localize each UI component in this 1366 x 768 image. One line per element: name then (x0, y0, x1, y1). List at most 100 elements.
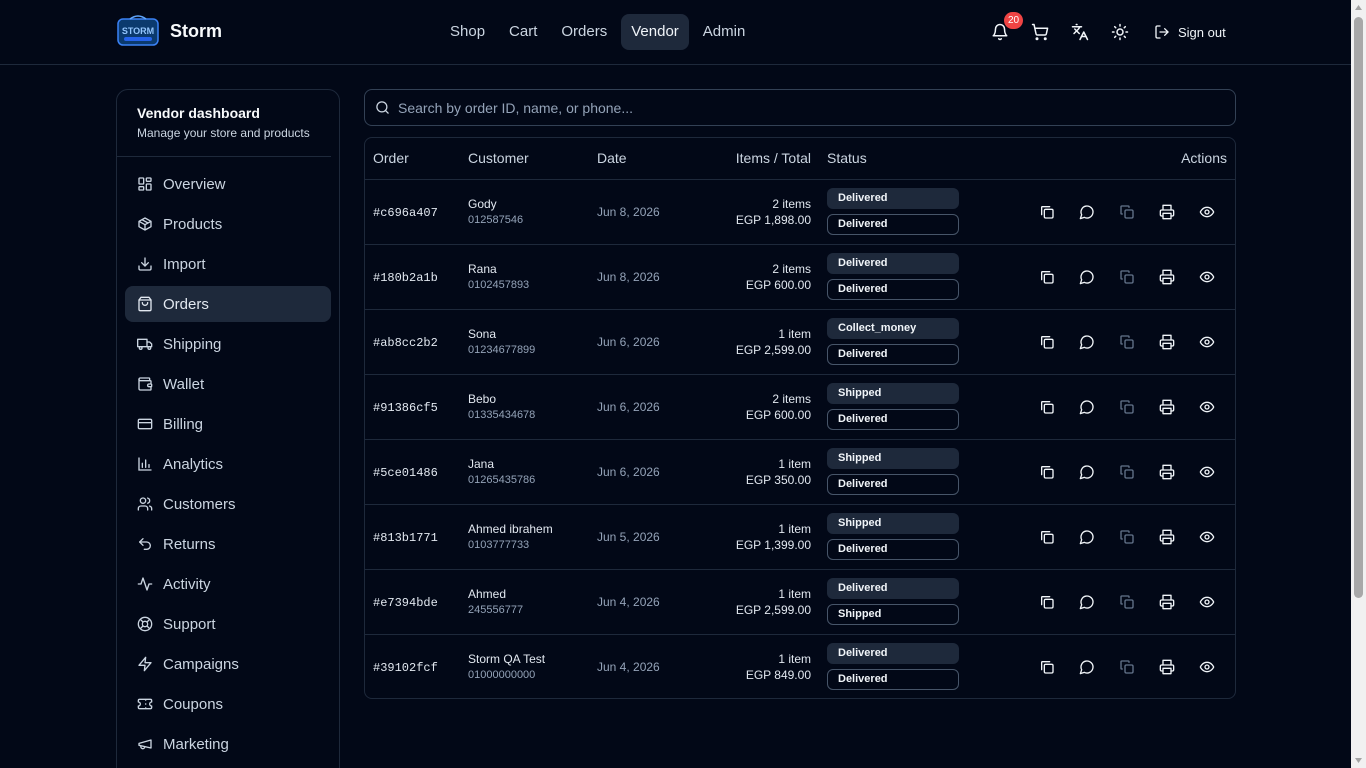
sidebar-item-marketing[interactable]: Marketing (125, 726, 331, 762)
print-invoice-button[interactable] (1147, 392, 1187, 422)
table-row[interactable]: #5ce01486 Jana 01265435786 Jun 6, 2026 1 ite… (365, 439, 1235, 505)
print-invoice-button[interactable] (1147, 197, 1187, 227)
print-invoice-button[interactable] (1147, 457, 1187, 487)
order-status-select[interactable]: Delivered (827, 578, 959, 599)
shipping-status-select[interactable]: Shipped (827, 604, 959, 625)
sidebar-item-overview[interactable]: Overview (125, 166, 331, 202)
order-status-select[interactable]: Shipped (827, 383, 959, 404)
sidebar-item-returns[interactable]: Returns (125, 526, 331, 562)
order-id[interactable]: #39102fcf (373, 661, 438, 675)
shipping-status-select[interactable]: Delivered (827, 474, 959, 495)
duplicate-order-button[interactable] (1107, 327, 1147, 357)
table-row[interactable]: #39102fcf Storm QA Test 01000000000 Jun 4, … (365, 634, 1235, 698)
order-id[interactable]: #ab8cc2b2 (373, 336, 438, 350)
table-row[interactable]: #c696a407 Gody 012587546 Jun 8, 2026 2 items… (365, 179, 1235, 245)
shipping-status-select[interactable]: Delivered (827, 539, 959, 560)
view-order-button[interactable] (1187, 197, 1227, 227)
sidebar-item-customers[interactable]: Customers (125, 486, 331, 522)
sidebar-item-analytics[interactable]: Analytics (125, 446, 331, 482)
sidebar-item-products[interactable]: Products (125, 206, 331, 242)
whatsapp-chat-button[interactable] (1067, 587, 1107, 617)
notifications-button[interactable]: 20 (980, 12, 1024, 52)
print-invoice-button[interactable] (1147, 652, 1187, 682)
copy-id-button[interactable] (1027, 327, 1067, 357)
order-id[interactable]: #813b1771 (373, 531, 438, 545)
search-input[interactable] (398, 99, 1218, 116)
duplicate-order-button[interactable] (1107, 262, 1147, 292)
copy-id-button[interactable] (1027, 522, 1067, 552)
order-status-select[interactable]: Delivered (827, 253, 959, 274)
whatsapp-chat-button[interactable] (1067, 392, 1107, 422)
language-button[interactable] (1060, 12, 1100, 52)
view-order-button[interactable] (1187, 522, 1227, 552)
duplicate-order-button[interactable] (1107, 457, 1147, 487)
header-date[interactable]: Date (597, 138, 707, 180)
view-order-button[interactable] (1187, 587, 1227, 617)
order-id[interactable]: #c696a407 (373, 206, 438, 220)
sidebar-item-support[interactable]: Support (125, 606, 331, 642)
copy-id-button[interactable] (1027, 197, 1067, 227)
shipping-status-select[interactable]: Delivered (827, 409, 959, 430)
nav-orders[interactable]: Orders (551, 14, 617, 50)
header-customer[interactable]: Customer (468, 138, 597, 180)
sidebar-item-activity[interactable]: Activity (125, 566, 331, 602)
order-status-select[interactable]: Delivered (827, 643, 959, 665)
nav-shop[interactable]: Shop (440, 14, 495, 50)
duplicate-order-button[interactable] (1107, 392, 1147, 422)
view-order-button[interactable] (1187, 327, 1227, 357)
view-order-button[interactable] (1187, 262, 1227, 292)
brand[interactable]: STORM Storm (116, 14, 222, 48)
sidebar-item-coupons[interactable]: Coupons (125, 686, 331, 722)
print-invoice-button[interactable] (1147, 262, 1187, 292)
nav-vendor[interactable]: Vendor (621, 14, 689, 50)
table-row[interactable]: #91386cf5 Bebo 01335434678 Jun 6, 2026 2 ite… (365, 374, 1235, 440)
sidebar-item-wallet[interactable]: Wallet (125, 366, 331, 402)
view-order-button[interactable] (1187, 652, 1227, 682)
table-row[interactable]: #180b2a1b Rana 0102457893 Jun 8, 2026 2 item… (365, 244, 1235, 310)
sidebar-item-billing[interactable]: Billing (125, 406, 331, 442)
scroll-thumb[interactable] (1354, 17, 1363, 598)
whatsapp-chat-button[interactable] (1067, 457, 1107, 487)
order-id[interactable]: #5ce01486 (373, 466, 438, 480)
view-order-button[interactable] (1187, 392, 1227, 422)
whatsapp-chat-button[interactable] (1067, 652, 1107, 682)
order-status-select[interactable]: Collect_money (827, 318, 959, 339)
copy-id-button[interactable] (1027, 652, 1067, 682)
shipping-status-select[interactable]: Delivered (827, 214, 959, 235)
order-id[interactable]: #180b2a1b (373, 271, 438, 285)
header-order[interactable]: Order (365, 138, 468, 180)
order-search-bar[interactable] (364, 89, 1236, 126)
page-scrollbar[interactable] (1351, 0, 1366, 768)
table-row[interactable]: #e7394bde Ahmed 245556777 Jun 4, 2026 1 item… (365, 569, 1235, 635)
order-status-select[interactable]: Delivered (827, 188, 959, 209)
duplicate-order-button[interactable] (1107, 587, 1147, 617)
sidebar-item-orders[interactable]: Orders (125, 286, 331, 322)
order-status-select[interactable]: Shipped (827, 448, 959, 469)
print-invoice-button[interactable] (1147, 327, 1187, 357)
sidebar-item-import[interactable]: Import (125, 246, 331, 282)
shipping-status-select[interactable]: Delivered (827, 344, 959, 365)
duplicate-order-button[interactable] (1107, 652, 1147, 682)
view-order-button[interactable] (1187, 457, 1227, 487)
nav-admin[interactable]: Admin (693, 14, 756, 50)
whatsapp-chat-button[interactable] (1067, 262, 1107, 292)
copy-id-button[interactable] (1027, 587, 1067, 617)
copy-id-button[interactable] (1027, 262, 1067, 292)
table-row[interactable]: #813b1771 Ahmed ibrahem 0103777733 Jun 5, 2… (365, 504, 1235, 570)
whatsapp-chat-button[interactable] (1067, 522, 1107, 552)
scroll-up-arrow[interactable] (1351, 0, 1366, 15)
header-status[interactable]: Status (819, 138, 1019, 180)
table-row[interactable]: #ab8cc2b2 Sona 01234677899 Jun 6, 2026 1 ite… (365, 309, 1235, 375)
duplicate-order-button[interactable] (1107, 522, 1147, 552)
sidebar-item-campaigns[interactable]: Campaigns (125, 646, 331, 682)
copy-id-button[interactable] (1027, 392, 1067, 422)
order-id[interactable]: #91386cf5 (373, 401, 438, 415)
theme-toggle-button[interactable] (1100, 12, 1140, 52)
copy-id-button[interactable] (1027, 457, 1067, 487)
header-items-total[interactable]: Items / Total (707, 138, 819, 180)
duplicate-order-button[interactable] (1107, 197, 1147, 227)
shipping-status-select[interactable]: Delivered (827, 279, 959, 300)
shipping-status-select[interactable]: Delivered (827, 669, 959, 691)
sign-out-button[interactable]: Sign out (1154, 24, 1226, 40)
order-status-select[interactable]: Shipped (827, 513, 959, 534)
